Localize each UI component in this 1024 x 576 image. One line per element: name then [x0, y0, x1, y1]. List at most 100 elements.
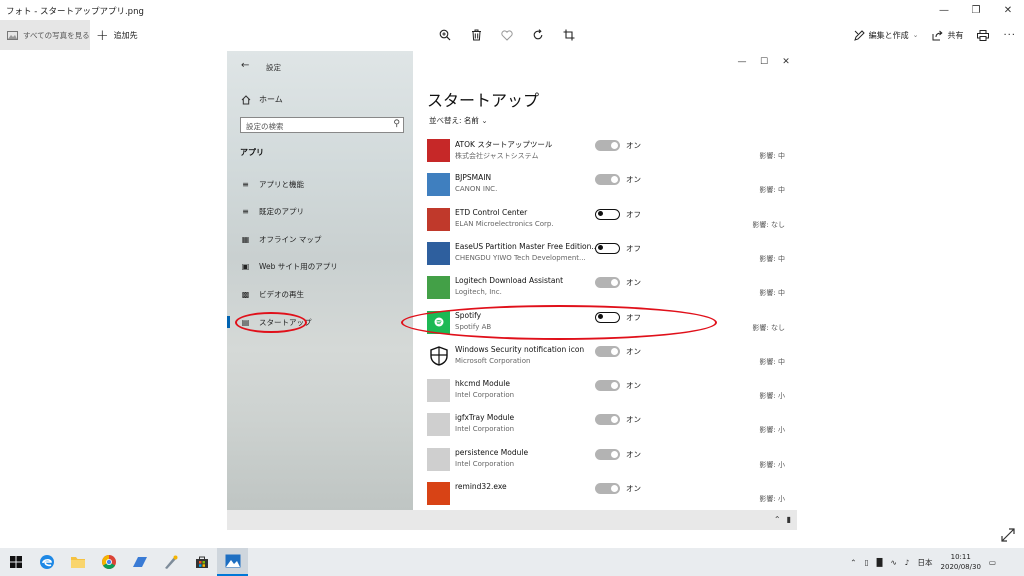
search-icon: ⚲	[393, 119, 400, 129]
app-name: igfxTray Module	[455, 413, 515, 423]
heart-icon[interactable]	[500, 28, 514, 42]
startup-toggle[interactable]	[595, 277, 620, 289]
startup-impact: 影響: 中	[759, 254, 785, 263]
explorer-app[interactable]	[62, 548, 93, 576]
default-apps-icon: ≡	[242, 207, 249, 216]
share-button[interactable]: 共有	[932, 30, 963, 41]
maximize-button[interactable]: ❐	[960, 0, 992, 20]
photos-icon	[225, 554, 240, 568]
startup-app-row: hkcmd Module Intel Corporation オン 影響: 小	[427, 377, 797, 411]
edge-icon	[39, 555, 54, 569]
list-icon: ≡	[242, 180, 249, 189]
app-publisher: ELAN Microelectronics Corp.	[455, 219, 554, 228]
close-button[interactable]: ✕	[992, 0, 1024, 20]
print-icon	[977, 29, 990, 41]
startup-impact: 影響: 中	[759, 357, 785, 366]
sort-dropdown[interactable]: 並べ替え: 名前 ⌄	[429, 115, 488, 126]
settings-search-input[interactable]: 設定の検索 ⚲	[240, 117, 404, 133]
startup-impact: 影響: なし	[752, 220, 785, 229]
settings-minimize-button[interactable]: —	[731, 55, 753, 69]
photos-app[interactable]	[217, 548, 248, 576]
startup-impact: 影響: なし	[752, 323, 785, 332]
store-icon	[195, 556, 208, 568]
nav-item-label: Web サイト用のアプリ	[259, 262, 338, 271]
settings-maximize-button[interactable]: ☐	[753, 55, 775, 69]
language-indicator[interactable]: 日本	[918, 557, 933, 568]
startup-toggle[interactable]	[595, 448, 620, 460]
startup-impact: 影響: 小	[759, 460, 785, 469]
nav-item-video-playback[interactable]: ▩ ビデオの再生	[241, 289, 304, 300]
print-button[interactable]	[977, 29, 990, 41]
nav-item-offline-maps[interactable]: ▦ オフライン マップ	[241, 234, 322, 245]
startup-toggle[interactable]	[595, 483, 620, 494]
all-photos-button[interactable]: すべての写真を見る	[0, 20, 90, 50]
startup-toggle[interactable]	[595, 140, 620, 151]
tray-app-icon: ▮	[786, 515, 791, 524]
back-arrow-icon[interactable]: ←	[241, 60, 249, 71]
app-icon	[427, 482, 450, 505]
share-icon	[932, 30, 944, 40]
video-icon: ▩	[241, 290, 250, 299]
network-icon[interactable]: █	[877, 558, 883, 567]
startup-impact: 影響: 小	[759, 392, 785, 401]
startup-toggle[interactable]	[595, 208, 620, 220]
add-to-label: 追加先	[113, 30, 138, 40]
windows-logo-icon	[9, 556, 22, 568]
startup-toggle[interactable]	[595, 345, 620, 357]
nav-item-apps-features[interactable]: ≡ アプリと機能	[241, 179, 304, 190]
nav-item-default-apps[interactable]: ≡ 既定のアプリ	[241, 206, 304, 217]
app-publisher: CANON INC.	[455, 185, 498, 194]
delete-icon[interactable]	[469, 28, 483, 42]
system-tray: ⌃ ▯ █ ∿ ♪ 日本 10:11 2020/08/30 ▭	[850, 548, 996, 576]
app-icon	[427, 379, 450, 403]
app-shortcut-1[interactable]	[124, 548, 155, 576]
expand-icon[interactable]	[1000, 527, 1016, 543]
rotate-icon[interactable]	[531, 28, 545, 42]
more-button[interactable]: ···	[1003, 30, 1016, 41]
startup-app-row: ATOK スタートアップツール 株式会社ジャストシステム オン 影響: 中	[427, 137, 797, 171]
startup-app-row: Logitech Download Assistant Logitech, Inc…	[427, 274, 797, 308]
startup-app-row: remind32.exe オン 影響: 小	[427, 480, 797, 514]
app-shortcut-2[interactable]	[155, 548, 186, 576]
startup-toggle[interactable]	[595, 174, 620, 186]
app-publisher: Intel Corporation	[455, 425, 515, 434]
notification-icon[interactable]: ▭	[989, 558, 996, 567]
startup-app-row: Windows Security notification icon Micros…	[427, 343, 797, 377]
store-app[interactable]	[186, 548, 217, 576]
annotation-ellipse-spotify	[401, 305, 717, 340]
edit-create-button[interactable]: 編集と作成 ⌄	[853, 29, 918, 41]
toggle-state-label: オン	[626, 278, 641, 288]
toggle-state-label: オン	[626, 484, 641, 493]
startup-toggle[interactable]	[595, 380, 620, 392]
share-label: 共有	[947, 30, 964, 40]
nav-item-web-apps[interactable]: ▣ Web サイト用のアプリ	[241, 261, 338, 272]
page-title: スタートアップ	[427, 91, 540, 110]
chrome-app[interactable]	[93, 548, 124, 576]
battery-icon[interactable]: ▯	[865, 558, 869, 567]
toggle-state-label: オン	[626, 381, 641, 391]
toggle-state-label: オン	[626, 346, 641, 356]
startup-impact: 影響: 中	[759, 186, 785, 195]
startup-toggle[interactable]	[595, 414, 620, 426]
app-icon	[427, 413, 450, 437]
displayed-image: ← 設定 ホーム 設定の検索 ⚲ アプリ ≡ アプリと機能 ≡ 既定のアプリ ▦…	[227, 51, 797, 530]
volume-icon[interactable]: ♪	[905, 558, 910, 567]
edge-app[interactable]	[31, 548, 62, 576]
start-button[interactable]	[0, 548, 31, 576]
home-nav-item[interactable]: ホーム	[241, 94, 283, 105]
minimize-button[interactable]: —	[928, 0, 960, 20]
clock[interactable]: 10:11 2020/08/30	[941, 552, 981, 572]
zoom-icon[interactable]	[438, 28, 452, 42]
wifi-icon[interactable]: ∿	[890, 558, 896, 567]
chevron-up-icon: ⌃	[773, 515, 781, 524]
startup-toggle[interactable]	[595, 242, 620, 254]
sort-value: 名前	[463, 116, 479, 125]
add-to-button[interactable]: + 追加先	[96, 20, 138, 50]
more-icon: ···	[1003, 29, 1016, 41]
active-indicator	[227, 316, 230, 328]
app-publisher: Logitech, Inc.	[455, 288, 502, 297]
settings-close-button[interactable]: ✕	[775, 55, 797, 69]
crop-icon[interactable]	[562, 28, 576, 42]
chevron-up-icon[interactable]: ⌃	[850, 558, 856, 567]
app-icon	[164, 555, 177, 569]
